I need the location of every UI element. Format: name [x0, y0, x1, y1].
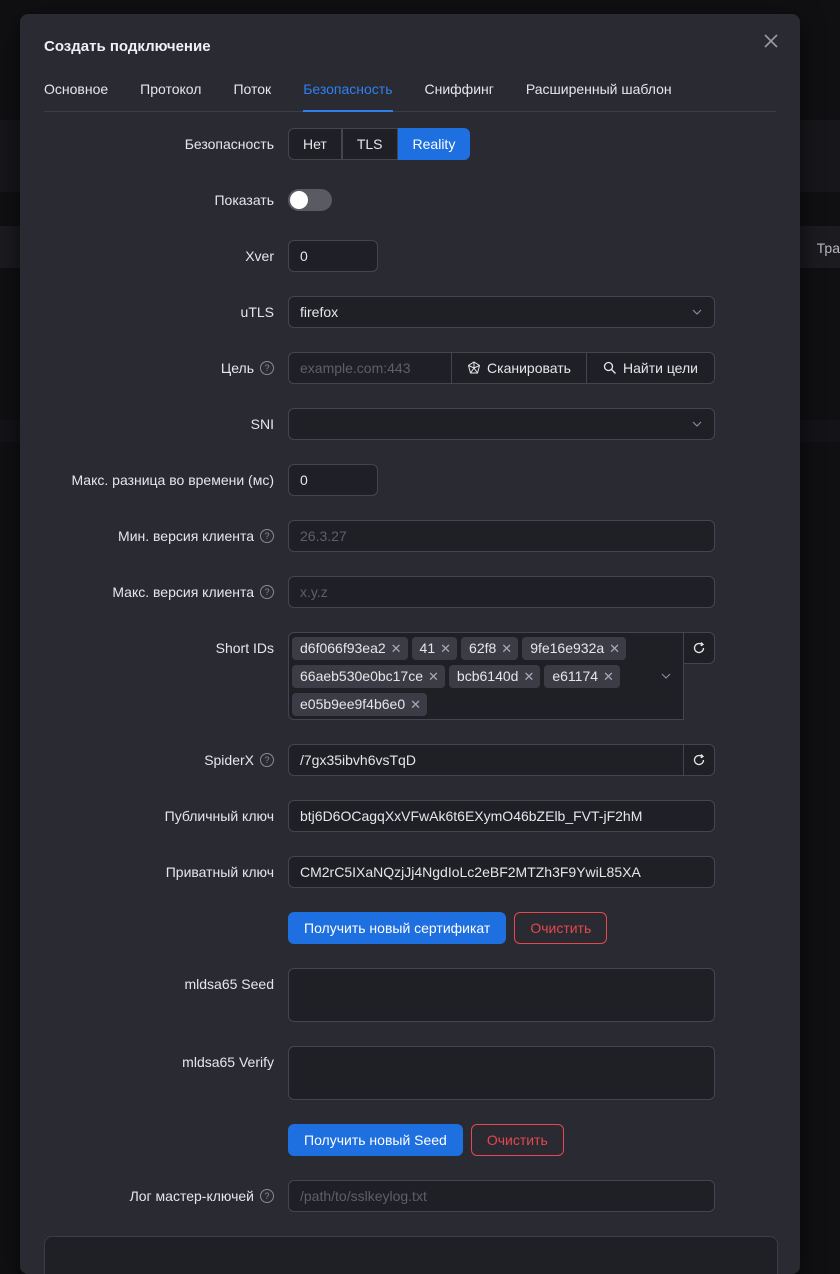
refresh-icon	[693, 642, 705, 654]
help-icon[interactable]: ?	[260, 529, 274, 543]
dialog-tabs: Основное Протокол Поток Безопасность Сни…	[44, 74, 776, 112]
remove-tag-icon[interactable]: ✕	[523, 665, 534, 688]
remove-tag-icon[interactable]: ✕	[391, 637, 402, 660]
remove-tag-icon[interactable]: ✕	[603, 665, 614, 688]
remove-tag-icon[interactable]: ✕	[410, 693, 421, 716]
max-time-diff-input[interactable]: 0	[288, 464, 378, 496]
help-icon[interactable]: ?	[260, 361, 274, 375]
scan-icon	[467, 361, 481, 374]
target-label: Цель?	[221, 360, 274, 376]
sni-select[interactable]	[288, 408, 715, 440]
find-targets-label: Найти цели	[622, 360, 698, 376]
keylog-input[interactable]: /path/to/sslkeylog.txt	[288, 1180, 715, 1212]
background-column-header: Тра	[816, 240, 840, 256]
chevron-down-icon	[661, 673, 671, 679]
remove-tag-icon[interactable]: ✕	[428, 665, 439, 688]
chevron-down-icon	[692, 309, 702, 315]
private-key-input[interactable]: CM2rC5IXaNQzjJj4NgdIoLc2eBF2MTZh3F9YwiL8…	[288, 856, 715, 888]
regenerate-short-ids-button[interactable]	[684, 632, 715, 664]
short-id-tag: 9fe16e932a ✕	[522, 637, 627, 660]
show-label: Показать	[214, 192, 274, 208]
tab-advanced-template[interactable]: Расширенный шаблон	[526, 74, 672, 111]
show-toggle[interactable]	[288, 189, 332, 211]
utls-value: firefox	[300, 304, 339, 320]
short-id-tag: 41 ✕	[411, 637, 458, 660]
clear-seed-button[interactable]: Очистить	[470, 1124, 564, 1156]
max-client-input[interactable]: x.y.z	[288, 576, 715, 608]
short-id-tag: d6f066f93ea2 ✕	[292, 637, 408, 660]
dialog-title: Создать подключение	[44, 38, 211, 55]
tab-protocol[interactable]: Протокол	[140, 74, 201, 111]
tab-sniffing[interactable]: Сниффинг	[425, 74, 494, 111]
collapsed-panel[interactable]	[44, 1236, 778, 1274]
short-ids-label: Short IDs	[215, 640, 274, 656]
short-id-tag: e05b9ee9f4b6e0 ✕	[292, 693, 428, 716]
spiderx-label: SpiderX?	[204, 752, 274, 768]
tab-stream[interactable]: Поток	[233, 74, 271, 111]
help-icon[interactable]: ?	[260, 585, 274, 599]
clear-cert-button[interactable]: Очистить	[514, 912, 608, 944]
public-key-input[interactable]: btj6D6OCagqXxVFwAk6t6EXymO46bZElb_FVT-jF…	[288, 800, 715, 832]
public-key-label: Публичный ключ	[164, 808, 274, 824]
get-new-cert-button[interactable]: Получить новый сертификат	[288, 912, 507, 944]
mldsa-seed-textarea[interactable]	[288, 968, 715, 1022]
help-icon[interactable]: ?	[260, 753, 274, 767]
remove-tag-icon[interactable]: ✕	[609, 637, 620, 660]
scan-button-label: Сканировать	[487, 360, 571, 376]
private-key-label: Приватный ключ	[165, 864, 274, 880]
xver-label: Xver	[245, 248, 274, 264]
utls-select[interactable]: firefox	[288, 296, 715, 328]
mldsa-seed-label: mldsa65 Seed	[184, 976, 274, 992]
short-id-tag: e61174 ✕	[544, 665, 620, 688]
tab-security[interactable]: Безопасность	[303, 74, 393, 112]
security-selector: Нет TLS Reality	[288, 128, 471, 160]
find-targets-button[interactable]: Найти цели	[587, 352, 715, 384]
remove-tag-icon[interactable]: ✕	[501, 637, 512, 660]
xver-input[interactable]: 0	[288, 240, 378, 272]
keylog-label: Лог мастер-ключей?	[130, 1188, 274, 1204]
mldsa-verify-textarea[interactable]	[288, 1046, 715, 1100]
search-icon	[603, 361, 616, 374]
min-client-label: Мин. версия клиента?	[118, 528, 274, 544]
short-ids-select[interactable]: d6f066f93ea2 ✕ 41 ✕ 62f8 ✕ 9fe16e932a ✕ 66ae…	[288, 632, 684, 720]
help-icon[interactable]: ?	[260, 1189, 274, 1203]
chevron-down-icon	[692, 421, 702, 427]
scan-button[interactable]: Сканировать	[452, 352, 587, 384]
max-client-label: Макс. версия клиента?	[112, 584, 274, 600]
target-input[interactable]: example.com:443	[288, 352, 452, 384]
close-icon[interactable]	[762, 32, 780, 50]
sni-label: SNI	[250, 416, 274, 432]
security-option-tls[interactable]: TLS	[341, 128, 398, 160]
spiderx-input[interactable]: /7gx35ibvh6vsTqD	[288, 744, 684, 776]
remove-tag-icon[interactable]: ✕	[440, 637, 451, 660]
refresh-icon	[693, 754, 705, 766]
utls-label: uTLS	[240, 304, 274, 320]
mldsa-verify-label: mldsa65 Verify	[182, 1054, 274, 1070]
short-id-tag: 66aeb530e0bc17ce ✕	[292, 665, 445, 688]
short-id-tag: bcb6140d ✕	[448, 665, 541, 688]
short-id-tag: 62f8 ✕	[461, 637, 519, 660]
create-inbound-dialog: Создать подключение Основное Протокол По…	[20, 14, 800, 1274]
max-time-diff-label: Макс. разница во времени (мс)	[71, 472, 274, 488]
get-new-seed-button[interactable]: Получить новый Seed	[288, 1124, 463, 1156]
security-label: Безопасность	[184, 136, 274, 152]
security-option-reality[interactable]: Reality	[397, 128, 471, 160]
tab-basic[interactable]: Основное	[44, 74, 108, 111]
min-client-input[interactable]: 26.3.27	[288, 520, 715, 552]
security-option-none[interactable]: Нет	[288, 128, 342, 160]
regenerate-spiderx-button[interactable]	[684, 744, 715, 776]
